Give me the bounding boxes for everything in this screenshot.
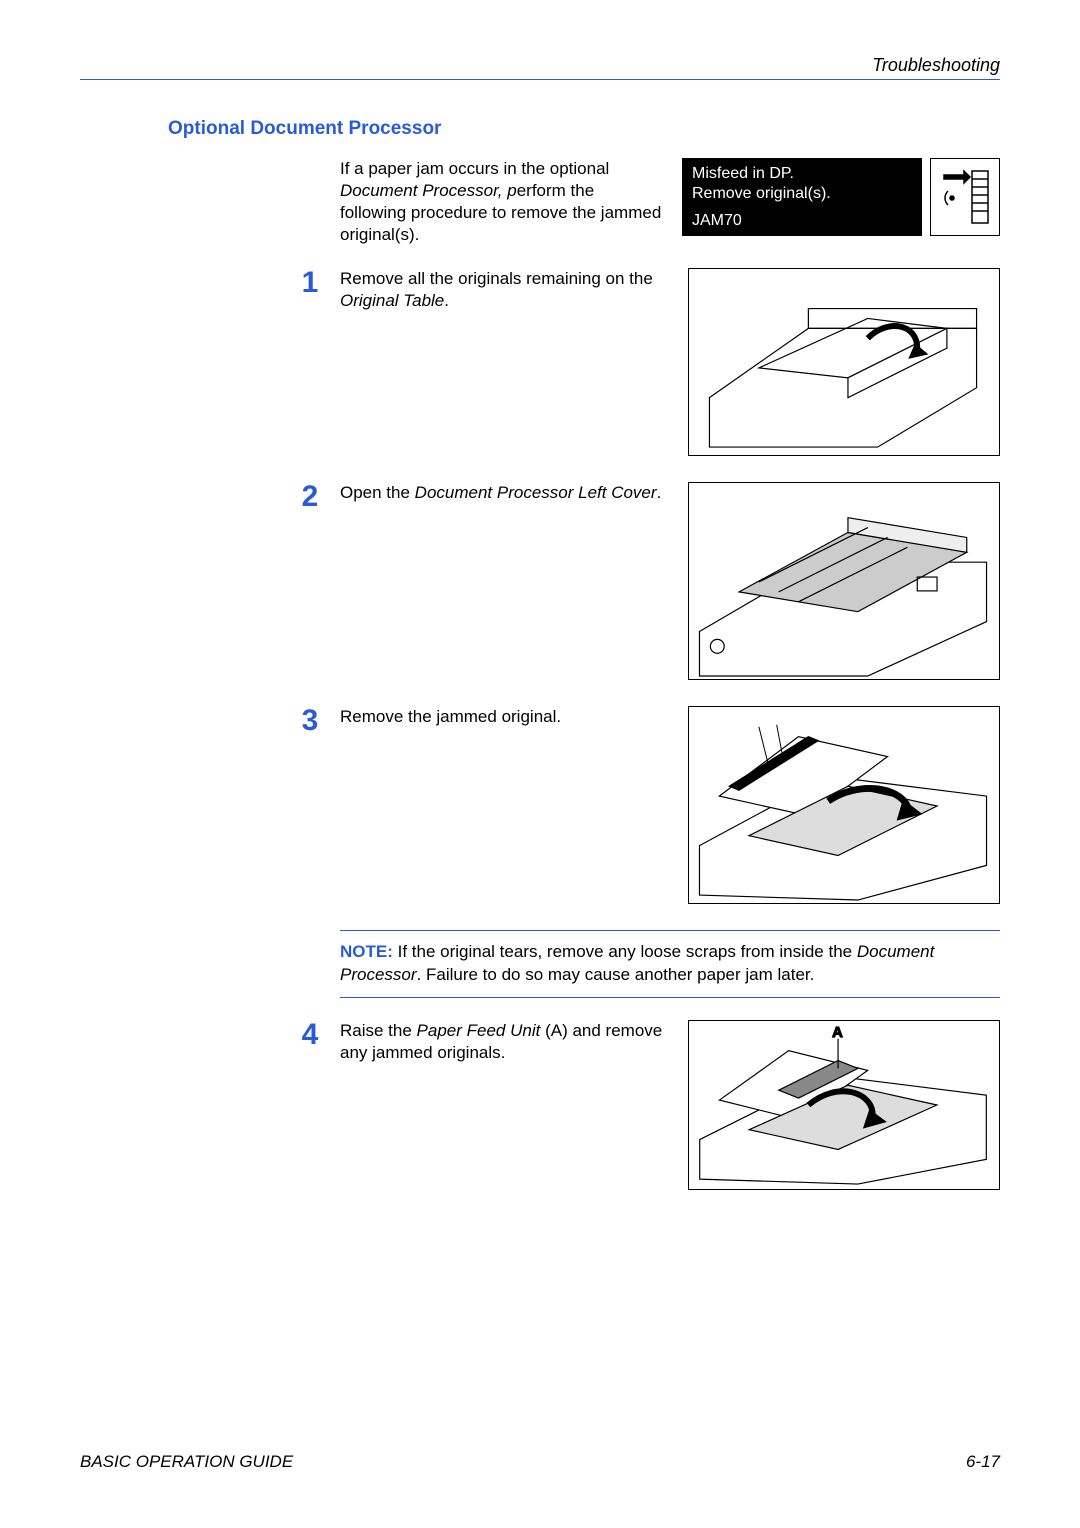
intro-part1: If a paper jam occurs in the optional (340, 159, 609, 178)
step-2-figure (688, 482, 1000, 680)
lcd-panel: Misfeed in DP. Remove original(s). JAM70 (682, 158, 1000, 246)
note-t3: . Failure to do so may cause another pap… (417, 965, 815, 984)
intro-text: If a paper jam occurs in the optional Do… (340, 158, 662, 246)
step-number-4: 4 (294, 1020, 326, 1190)
lcd-line2: Remove original(s). (692, 184, 912, 204)
step-number-3: 3 (294, 706, 326, 904)
figure-label-a: A (832, 1025, 843, 1041)
note-box: NOTE: If the original tears, remove any … (340, 930, 1000, 998)
note-label: NOTE: (340, 942, 393, 961)
header-breadcrumb: Troubleshooting (80, 55, 1000, 80)
lcd-line1: Misfeed in DP. (692, 164, 912, 184)
step2-t1: Open the (340, 483, 415, 502)
step4-t2: Paper Feed Unit (417, 1021, 541, 1040)
step-1-text: Remove all the originals remaining on th… (340, 268, 668, 456)
step-3-text: Remove the jammed original. (340, 706, 668, 904)
step4-t1: Raise the (340, 1021, 417, 1040)
footer-page-number: 6-17 (966, 1452, 1000, 1472)
step2-t3: . (657, 483, 662, 502)
step-4-text: Raise the Paper Feed Unit (A) and remove… (340, 1020, 668, 1190)
dp-icon (930, 158, 1000, 236)
lcd-code: JAM70 (692, 212, 912, 230)
step1-t1: Remove all the originals remaining on th… (340, 269, 653, 288)
step-3-figure (688, 706, 1000, 904)
section-title: Optional Document Processor (168, 118, 1000, 140)
step-2-text: Open the Document Processor Left Cover. (340, 482, 668, 680)
step1-t3: . (444, 291, 449, 310)
step-number-1: 1 (294, 268, 326, 456)
intro-part2: Document Processor, p (340, 181, 517, 200)
step1-t2: Original Table (340, 291, 444, 310)
lcd-display: Misfeed in DP. Remove original(s). JAM70 (682, 158, 922, 236)
step3-t1: Remove the jammed original. (340, 707, 561, 726)
step-1-figure (688, 268, 1000, 456)
step2-t2: Document Processor Left Cover (415, 483, 657, 502)
step-4-figure: A (688, 1020, 1000, 1190)
footer-guide: BASIC OPERATION GUIDE (80, 1452, 293, 1472)
step-number-2: 2 (294, 482, 326, 680)
note-t1: If the original tears, remove any loose … (393, 942, 857, 961)
